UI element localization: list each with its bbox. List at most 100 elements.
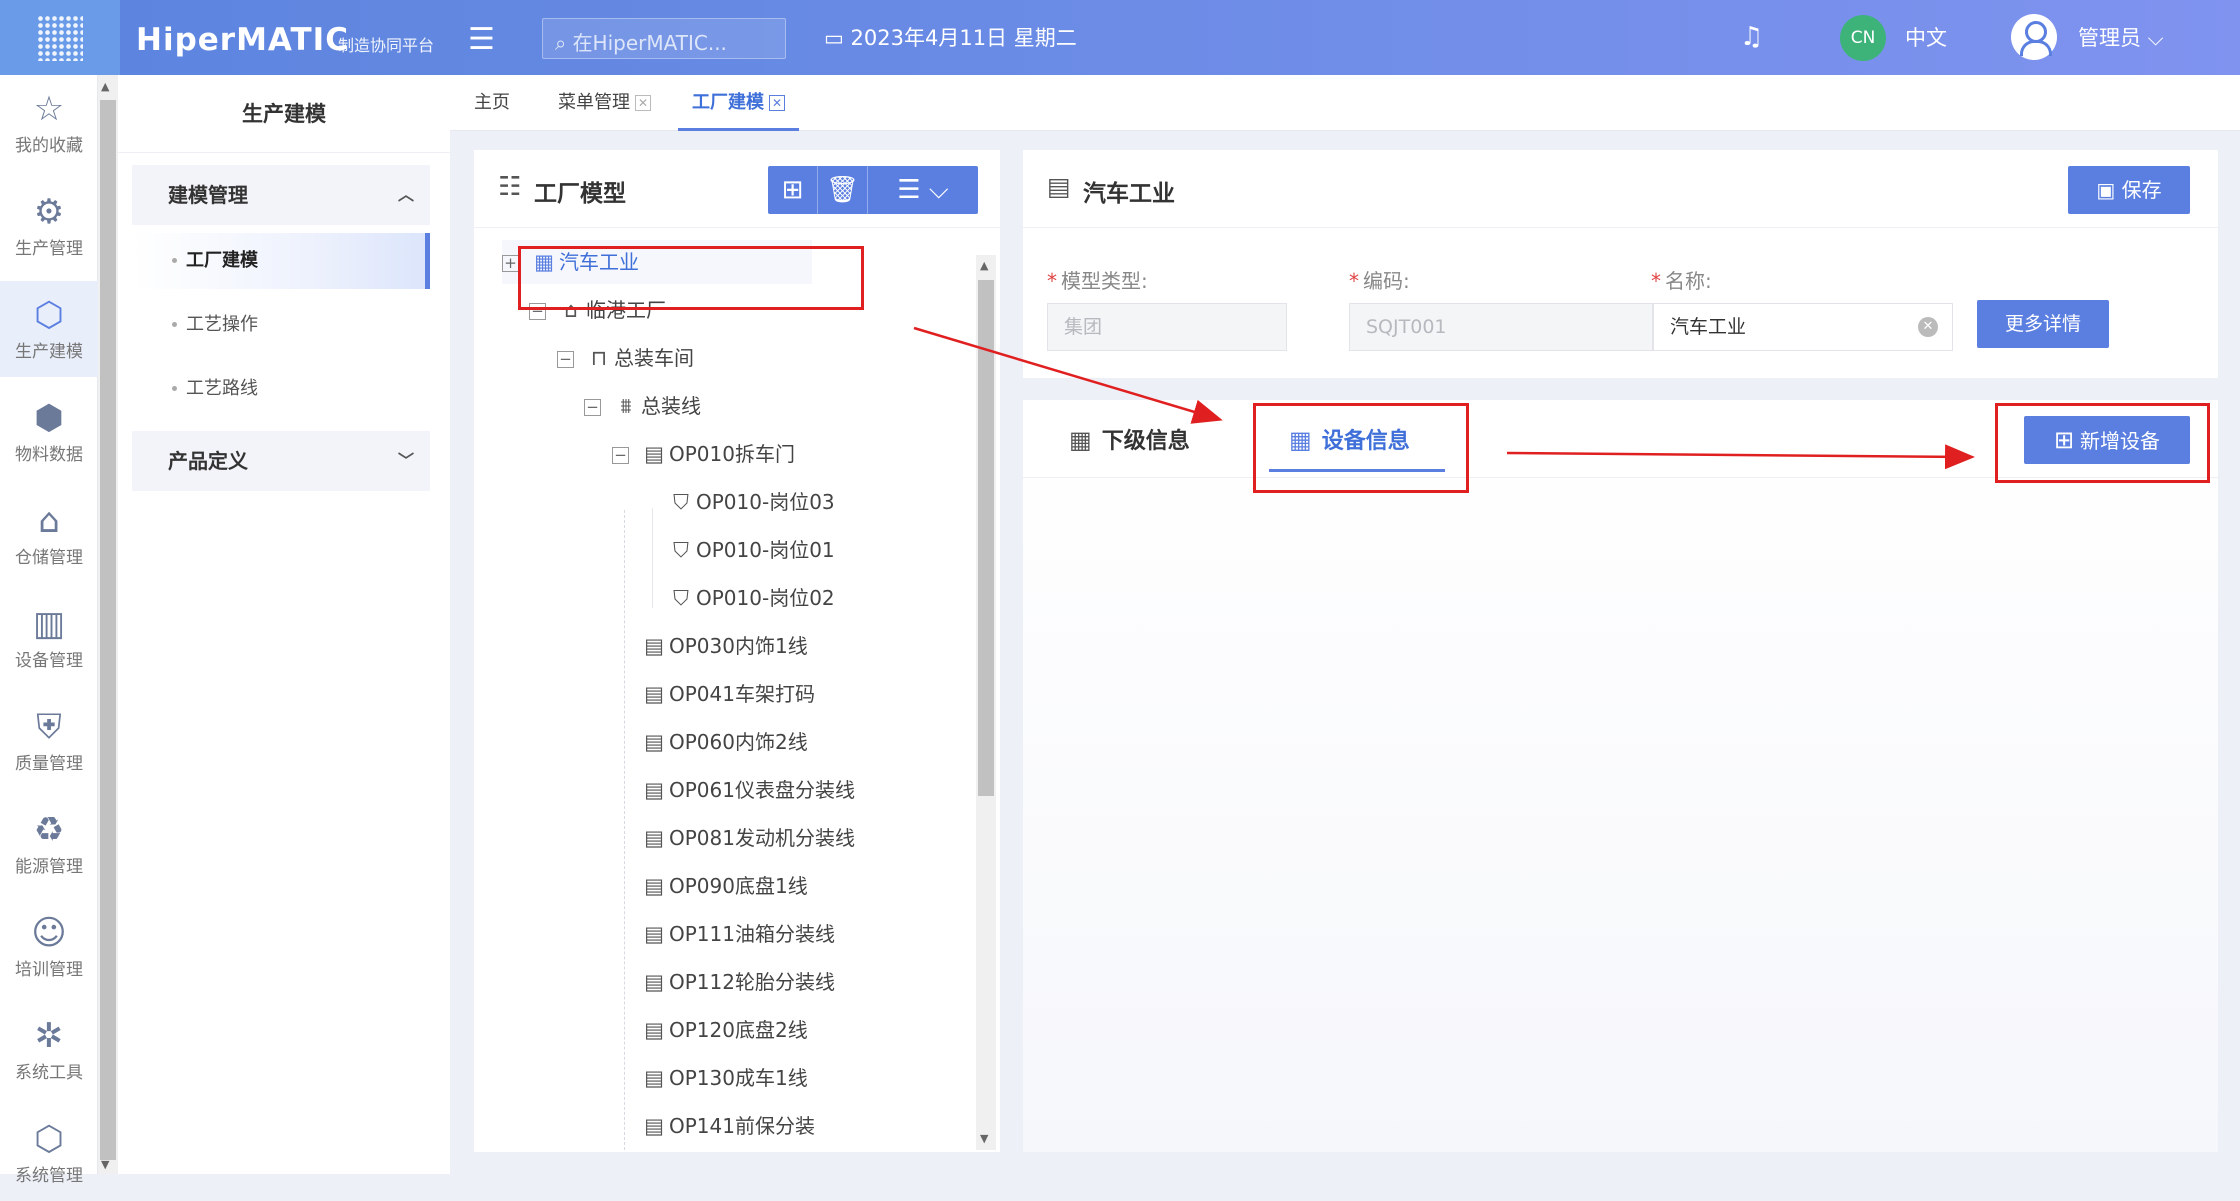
tab-label: 工厂建模	[692, 92, 764, 113]
bell-icon[interactable]: ♫	[1740, 22, 1763, 52]
nav-item-shield[interactable]: ⛨ 质量管理	[0, 693, 98, 789]
tree-node-label: OP010拆车门	[669, 442, 795, 466]
grid-dots-icon	[37, 15, 83, 61]
submenu-title: 生产建模	[118, 75, 450, 153]
submenu-item-process-operation[interactable]: 工艺操作	[132, 297, 430, 353]
search-icon: ⌕	[555, 31, 573, 55]
save-button[interactable]: ▣ 保存	[2068, 166, 2190, 214]
tree-node[interactable]: ⛉ OP010-岗位01	[639, 528, 835, 572]
group-modeling[interactable]: 建模管理 ︿	[132, 165, 430, 225]
scroll-up-icon[interactable]: ▲	[101, 80, 109, 93]
close-icon[interactable]: ✕	[769, 95, 785, 111]
name-field-value: 汽车工业	[1670, 316, 1747, 338]
nav-item-training[interactable]: ☺ 培训管理	[0, 899, 98, 995]
box-icon: ⬢	[34, 398, 64, 438]
expand-icon[interactable]: +	[502, 255, 519, 272]
name-field[interactable]: 汽车工业 ✕	[1653, 303, 1953, 351]
clear-icon[interactable]: ✕	[1918, 317, 1938, 337]
tree-node-label: 汽车工业	[559, 250, 639, 274]
nav-item-warehouse[interactable]: ⌂ 仓储管理	[0, 487, 98, 583]
submenu-item-label: 工艺路线	[186, 378, 258, 399]
tab-equipment-info[interactable]: ▦ 设备信息	[1289, 420, 1410, 460]
tab-home[interactable]: 主页	[474, 75, 510, 131]
tree-guide-line	[624, 510, 625, 1150]
tree-node[interactable]: ▤ OP041车架打码	[612, 672, 815, 716]
chevron-down-icon: ⌵	[928, 175, 949, 205]
add-equipment-button[interactable]: ⊞ 新增设备	[2024, 416, 2190, 464]
language-badge[interactable]: CN	[1840, 15, 1886, 61]
tree-node[interactable]: − ⌂ 临港工厂	[529, 288, 666, 332]
tree-node[interactable]: ▤ OP030内饰1线	[612, 624, 808, 668]
tree-node[interactable]: + ▦ 汽车工业	[502, 240, 812, 284]
user-avatar-icon[interactable]	[2011, 14, 2057, 60]
post-icon: ⛉	[673, 490, 689, 514]
search-placeholder: 在HiperMATIC...	[572, 31, 727, 55]
collapse-icon[interactable]: −	[529, 303, 546, 320]
submenu-item-factory-modeling[interactable]: 工厂建模	[132, 233, 430, 289]
more-details-button[interactable]: 更多详情	[1977, 300, 2109, 348]
brand-logo: HiperMATIC	[136, 22, 349, 58]
nav-item-label: 生产管理	[15, 239, 83, 259]
tree-node[interactable]: ⛉ OP010-岗位02	[639, 576, 835, 620]
submenu-item-process-route[interactable]: 工艺路线	[132, 361, 430, 417]
language-switch[interactable]: 中文	[1905, 22, 1947, 52]
settings-cube-icon: ⬡	[34, 1119, 64, 1159]
tree-node[interactable]: ▤ OP141前保分装	[612, 1104, 815, 1140]
nav-item-label: 系统工具	[15, 1063, 83, 1083]
recycle-icon: ♻	[33, 810, 65, 850]
tree-node[interactable]: ▤ OP061仪表盘分装线	[612, 768, 855, 812]
tree-node[interactable]: ▤ OP111油箱分装线	[612, 912, 835, 956]
chevron-up-icon: ︿	[397, 185, 414, 204]
code-label: * 编码:	[1349, 265, 1410, 294]
nav-item-recycle[interactable]: ♻ 能源管理	[0, 796, 98, 892]
tree-body: + ▦ 汽车工业 − ⌂ 临港工厂 − ⊓ 总装车间 − ⩩ 总装线 − ▤ OP010拆车门 ⛉ OP010-…	[474, 240, 976, 1140]
tab-menu-management[interactable]: 菜单管理 ✕	[558, 75, 651, 131]
app-launcher[interactable]	[0, 0, 120, 75]
tree-node[interactable]: ▤ OP081发动机分装线	[612, 816, 855, 860]
scroll-down-icon[interactable]: ▼	[101, 1158, 109, 1171]
nav-item-label: 设备管理	[15, 651, 83, 671]
tab-sub-info[interactable]: ▦ 下级信息	[1069, 420, 1190, 460]
nav-scroll-thumb[interactable]	[100, 100, 116, 1160]
required-mark: *	[1349, 269, 1359, 293]
close-icon[interactable]: ✕	[635, 95, 651, 111]
user-menu[interactable]: 管理员 ⌵	[2078, 22, 2164, 52]
tree-node[interactable]: − ⩩ 总装线	[584, 384, 701, 428]
collapse-icon[interactable]: −	[584, 399, 601, 416]
menu-toggle-icon[interactable]: ☰	[468, 22, 495, 57]
station-icon: ▤	[644, 1114, 664, 1138]
nav-item-settings-cube[interactable]: ⬡ 系统管理	[0, 1105, 98, 1201]
nav-item-label: 生产建模	[15, 342, 83, 362]
collapse-icon[interactable]: −	[557, 351, 574, 368]
nav-item-box[interactable]: ⬢ 物料数据	[0, 384, 98, 480]
tree-node[interactable]: ▤ OP120底盘2线	[612, 1008, 808, 1052]
tree-node[interactable]: − ⊓ 总装车间	[557, 336, 694, 380]
collapse-icon[interactable]: −	[612, 447, 629, 464]
nav-item-network[interactable]: ✲ 系统工具	[0, 1002, 98, 1098]
tree-node[interactable]: ▤ OP112轮胎分装线	[612, 960, 835, 1004]
tree-node[interactable]: ⛉ OP010-岗位03	[639, 480, 835, 524]
tree-node[interactable]: ▤ OP090底盘1线	[612, 864, 808, 908]
station-icon: ▤	[644, 778, 664, 802]
nav-item-cube[interactable]: ⬡ 生产建模	[0, 281, 98, 377]
tree-node[interactable]: ▤ OP060内饰2线	[612, 720, 808, 764]
brand-subtitle: 制造协同平台	[338, 36, 435, 55]
tree-scroll-thumb[interactable]	[978, 280, 994, 796]
scroll-down-icon[interactable]: ▼	[980, 1132, 988, 1145]
nav-item-production[interactable]: ⚙ 生产管理	[0, 178, 98, 274]
nav-item-star[interactable]: ☆ 我的收藏	[0, 75, 98, 171]
add-node-icon[interactable]: ⊞	[768, 166, 818, 214]
tree-node[interactable]: ▤ OP130成车1线	[612, 1056, 808, 1100]
factory-icon: ⌂	[564, 298, 578, 322]
more-actions-dropdown[interactable]: ☰ ⌵	[868, 166, 978, 214]
scroll-up-icon[interactable]: ▲	[980, 259, 988, 272]
tab-factory-modeling[interactable]: 工厂建模 ✕	[678, 75, 799, 131]
tree-header: ☷ 工厂模型 ⊞ 🗑 ☰ ⌵	[474, 150, 1000, 228]
nav-item-equipment[interactable]: ▥ 设备管理	[0, 590, 98, 686]
group-product-definition[interactable]: 产品定义 ﹀	[132, 431, 430, 491]
tree-node-label: OP081发动机分装线	[669, 826, 855, 850]
trash-icon[interactable]: 🗑	[818, 166, 868, 214]
tree-node[interactable]: − ▤ OP010拆车门	[612, 432, 795, 476]
nav-item-label: 能源管理	[15, 857, 83, 877]
search-input[interactable]: ⌕ 在HiperMATIC...	[542, 18, 786, 59]
